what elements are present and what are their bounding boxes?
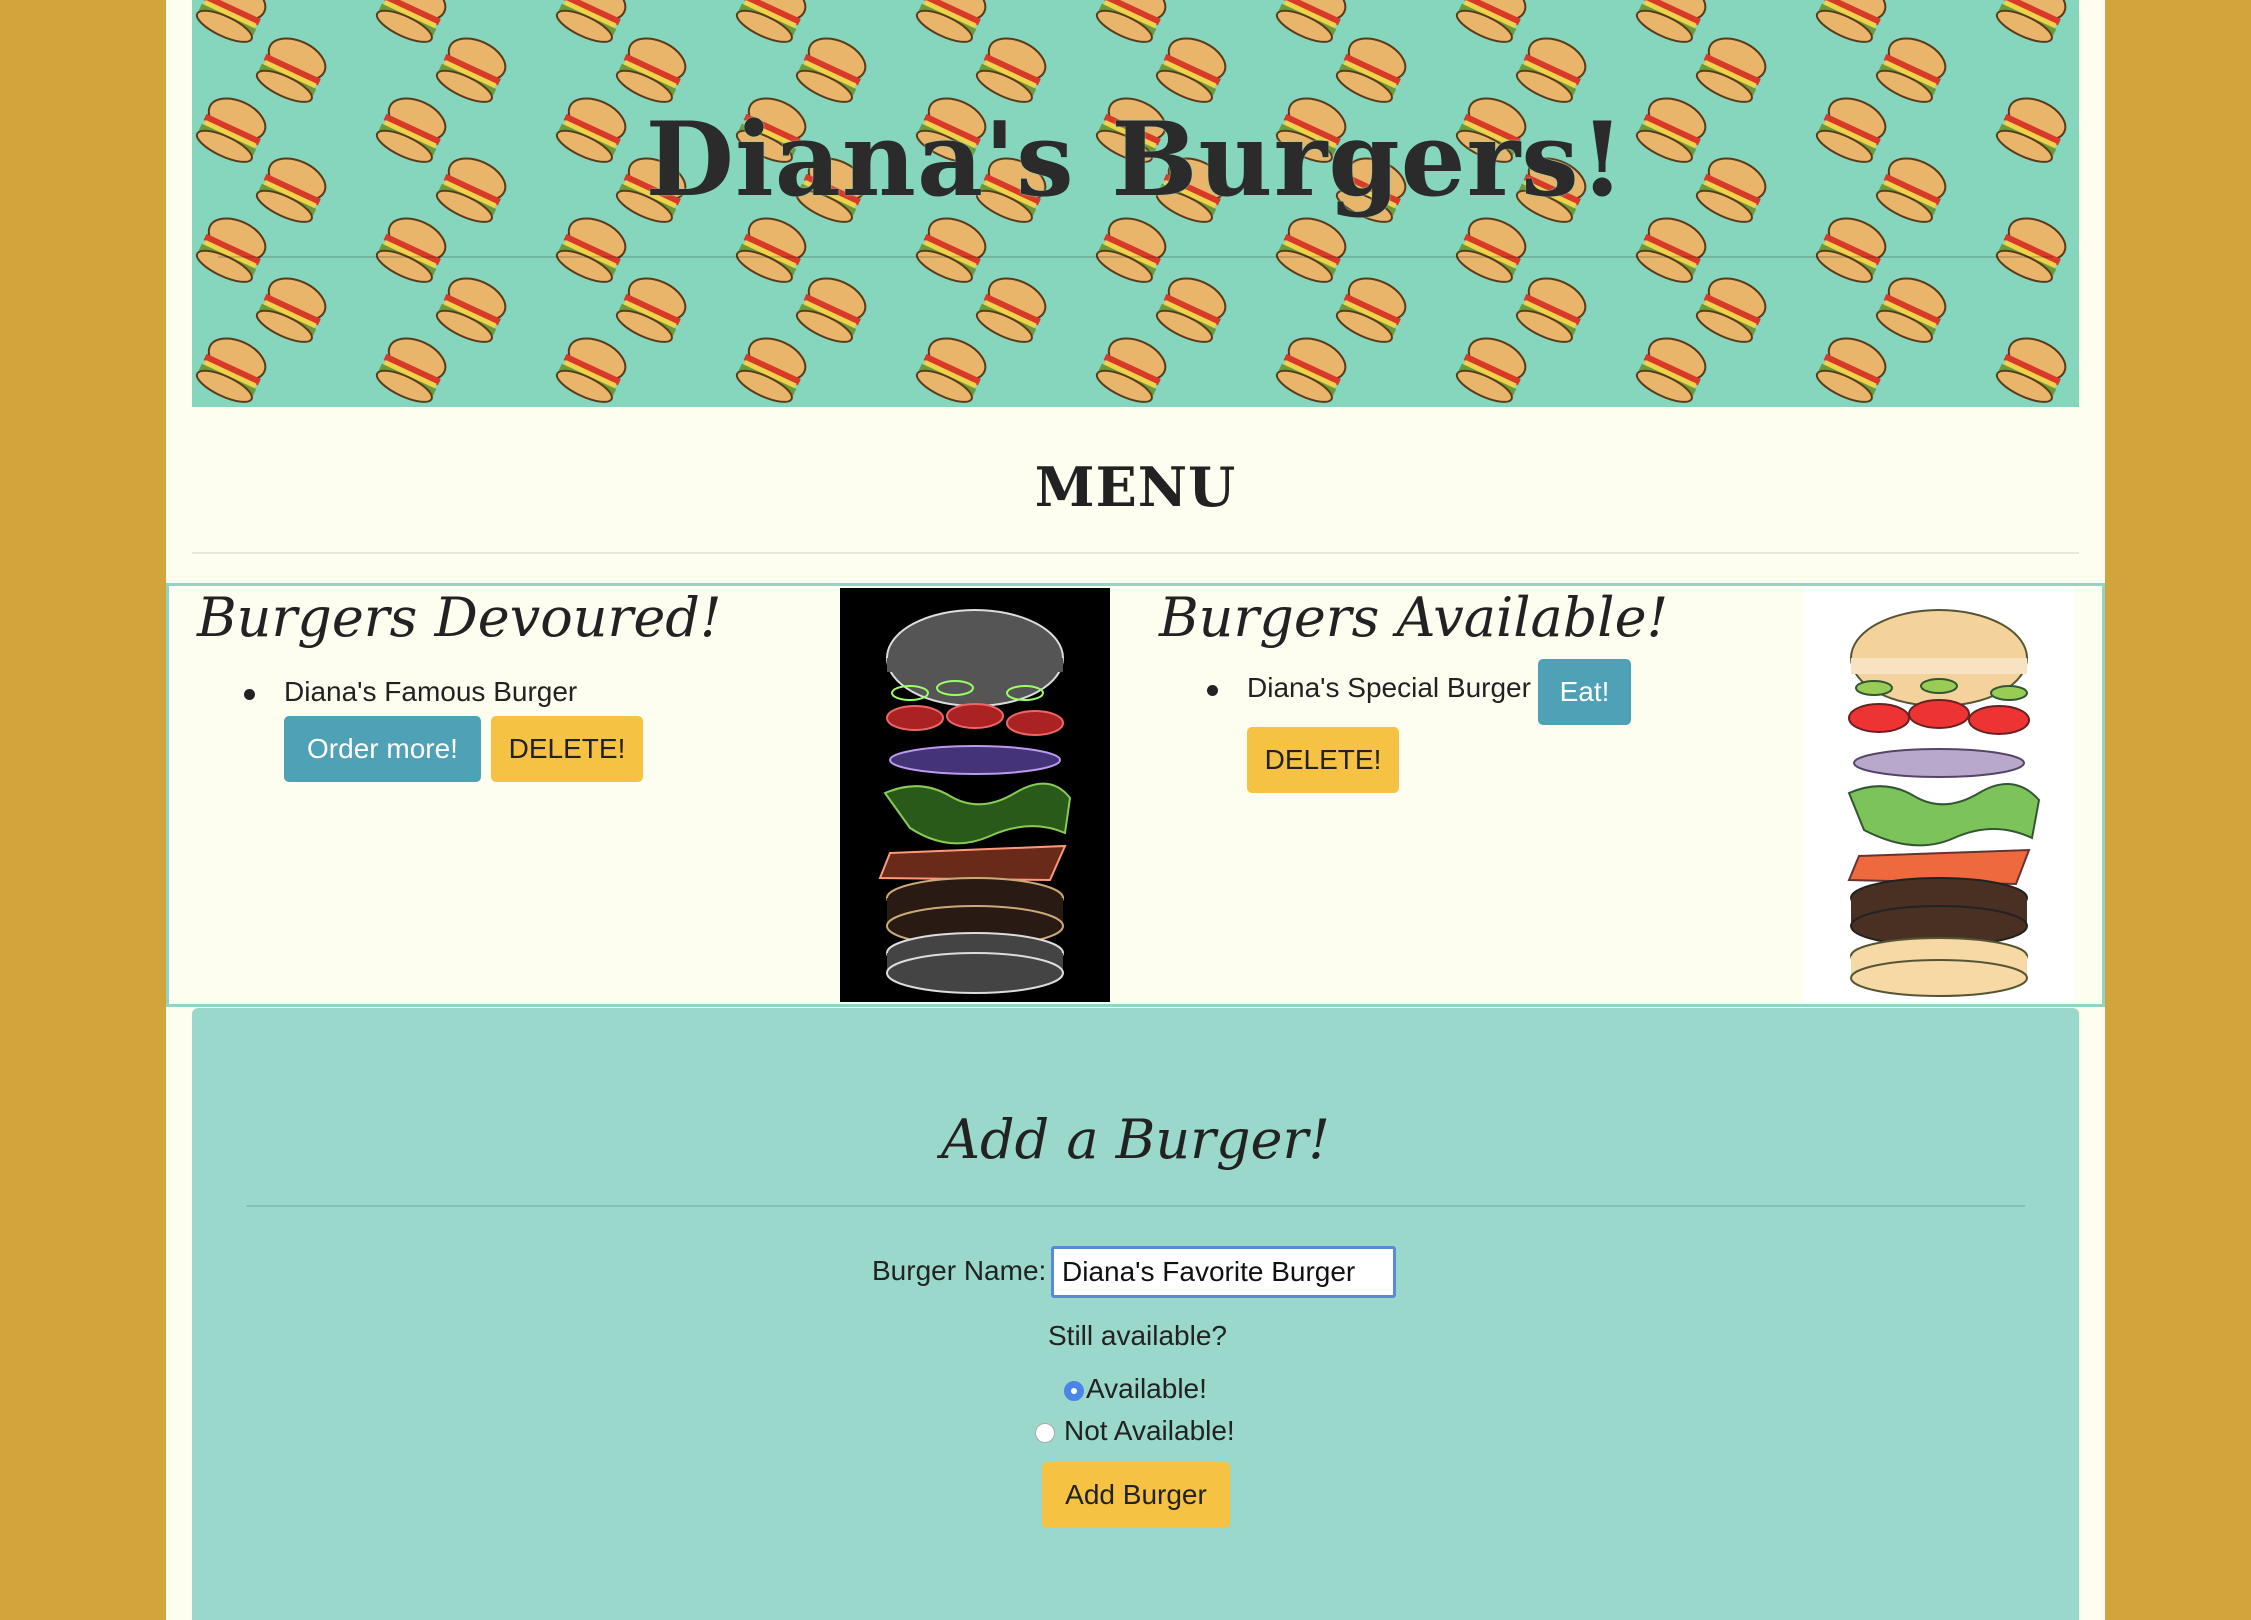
pattern-burger: [1811, 329, 1893, 407]
burger-name: Diana's Special Burger: [1247, 672, 1531, 703]
pattern-burger: [1331, 269, 1413, 350]
list-item: Diana's Special Burger: [1207, 672, 1531, 704]
pattern-burger: [1991, 329, 2073, 407]
pattern-burger: [1691, 269, 1773, 350]
pattern-burger: [192, 209, 273, 290]
pattern-burger: [251, 29, 333, 110]
pattern-burger: [1511, 29, 1593, 110]
pattern-burger: [1631, 329, 1713, 407]
burger-name-label: Burger Name:: [872, 1255, 1047, 1286]
add-divider: [246, 1205, 2025, 1207]
delete-devoured-button[interactable]: DELETE!: [491, 716, 643, 782]
pattern-burger: [1511, 269, 1593, 350]
pattern-burger: [1151, 29, 1233, 110]
add-burger-panel: Add a Burger!: [192, 1008, 2079, 1620]
delete-available-button[interactable]: DELETE!: [1247, 727, 1399, 793]
availability-question: Still available?: [1048, 1320, 1227, 1351]
pattern-burger: [192, 0, 273, 50]
pattern-burger: [1631, 209, 1713, 290]
pattern-burger: [731, 209, 813, 290]
pattern-burger: [192, 329, 273, 407]
pattern-burger: [1151, 269, 1233, 350]
pattern-burger: [611, 29, 693, 110]
pattern-burger: [251, 269, 333, 350]
pattern-burger: [1811, 209, 1893, 290]
burger-name-input[interactable]: [1051, 1246, 1396, 1298]
pattern-burger: [1271, 329, 1353, 407]
pattern-burger: [1631, 0, 1713, 50]
pattern-burger: [1871, 29, 1953, 110]
list-item: Diana's Famous Burger: [244, 676, 578, 708]
add-burger-title: Add a Burger!: [941, 1108, 1330, 1171]
pattern-burger: [731, 0, 813, 50]
menu-divider: [192, 552, 2079, 554]
page-container: Diana's Burgers! MENU Burgers Devoured! …: [166, 0, 2105, 1620]
pattern-burger: [1871, 269, 1953, 350]
pattern-burger: [371, 209, 453, 290]
eat-button[interactable]: Eat!: [1538, 659, 1631, 725]
pattern-burger: [1451, 209, 1533, 290]
available-radio[interactable]: [1064, 1381, 1084, 1401]
pattern-burger: [971, 29, 1053, 110]
pattern-burger: [971, 269, 1053, 350]
available-list: Diana's Special Burger: [1207, 672, 1531, 704]
add-burger-button[interactable]: Add Burger: [1042, 1462, 1230, 1528]
bullet: [1207, 685, 1218, 696]
pattern-burger: [1991, 209, 2073, 290]
not-available-radio[interactable]: [1035, 1423, 1055, 1443]
pattern-burger: [371, 329, 453, 407]
pattern-burger: [791, 269, 873, 350]
pattern-burger: [1811, 0, 1893, 50]
pattern-burger: [551, 209, 633, 290]
pattern-burger: [911, 0, 993, 50]
devoured-list: Diana's Famous Burger: [244, 676, 578, 708]
pattern-burger: [431, 269, 513, 350]
pattern-burger: [1091, 329, 1173, 407]
burger-illustration-light: [1804, 588, 2074, 1002]
pattern-burger: [1331, 29, 1413, 110]
banner-divider: [218, 256, 2053, 258]
bullet: [244, 689, 255, 700]
not-available-option-label: Not Available!: [1064, 1415, 1235, 1446]
pattern-burger: [731, 329, 813, 407]
pattern-burger: [1691, 29, 1773, 110]
available-option-label: Available!: [1086, 1373, 1207, 1404]
available-title: Burgers Available!: [1159, 586, 1669, 649]
devoured-title: Burgers Devoured!: [197, 586, 722, 649]
pattern-burger: [911, 329, 993, 407]
pattern-burger: [1271, 0, 1353, 50]
pattern-burger: [1451, 329, 1533, 407]
pattern-burger: [611, 269, 693, 350]
pattern-burger: [1091, 0, 1173, 50]
pattern-burger: [911, 209, 993, 290]
pattern-burger: [431, 29, 513, 110]
menu-heading: MENU: [1034, 455, 1237, 519]
pattern-burger: [551, 329, 633, 407]
pattern-burger: [1451, 0, 1533, 50]
pattern-burger: [371, 0, 453, 50]
pattern-burger: [1991, 0, 2073, 50]
pattern-burger: [1091, 209, 1173, 290]
pattern-burger: [551, 0, 633, 50]
burger-name: Diana's Famous Burger: [284, 676, 578, 707]
pattern-burger: [1271, 209, 1353, 290]
burger-illustration-dark: [840, 588, 1110, 1002]
site-title: Diana's Burgers!: [645, 100, 1626, 220]
header-banner: Diana's Burgers!: [192, 0, 2079, 407]
pattern-burger: [791, 29, 873, 110]
order-more-button[interactable]: Order more!: [284, 716, 481, 782]
